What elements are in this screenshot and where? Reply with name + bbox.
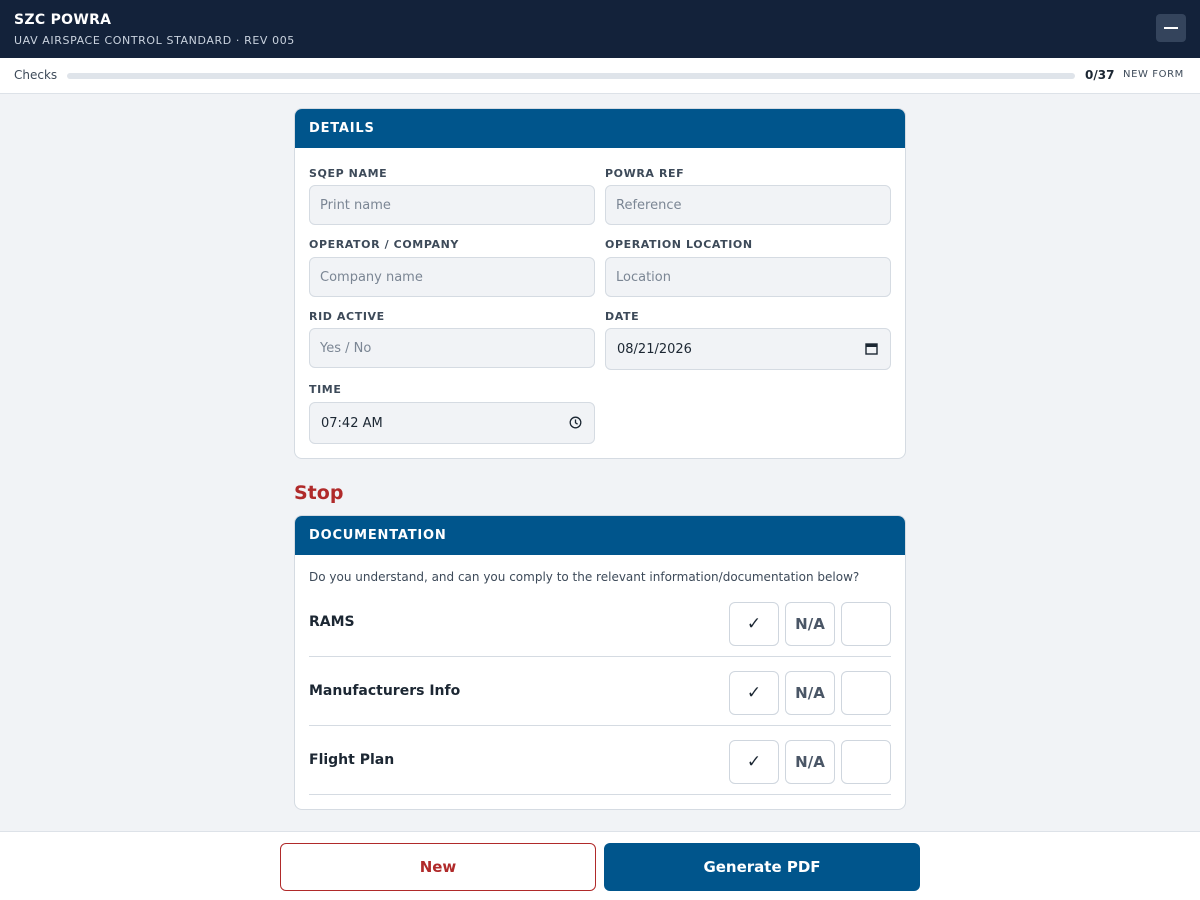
action-bar: New Generate PDF [0, 831, 1200, 900]
time-label: TIME [309, 383, 342, 396]
blank-option-button[interactable] [841, 602, 891, 646]
na-option-button[interactable]: N/A [785, 740, 835, 784]
checks-progress-bar: Checks 0/37 NEW FORM [0, 58, 1200, 94]
clock-icon[interactable] [569, 416, 582, 429]
date-input[interactable]: 08/21/2026 [605, 328, 891, 370]
checklist-item-label: RAMS [309, 614, 355, 630]
checklist-row-manufacturers-info: Manufacturers Info ✓ N/A [309, 657, 891, 726]
new-form-button[interactable]: New [280, 843, 596, 891]
calendar-icon[interactable] [865, 342, 878, 355]
generate-pdf-button[interactable]: Generate PDF [604, 843, 920, 891]
time-value: 07:42 AM [321, 416, 383, 431]
documentation-header: DOCUMENTATION [295, 516, 905, 555]
documentation-intro: Do you understand, and can you comply to… [309, 570, 860, 584]
collapse-button[interactable] [1156, 14, 1186, 42]
app-title: SZC POWRA [14, 12, 112, 28]
na-option-button[interactable]: N/A [785, 602, 835, 646]
powra-ref-label: POWRA REF [605, 167, 685, 180]
sqep-name-input[interactable] [309, 185, 595, 225]
check-option-button[interactable]: ✓ [729, 671, 779, 715]
checklist-row-flight-plan: Flight Plan ✓ N/A [309, 726, 891, 795]
operator-label: OPERATOR / COMPANY [309, 238, 459, 251]
details-card: DETAILS SQEP NAME POWRA REF OPERATOR / C… [294, 108, 906, 459]
app-subtitle: UAV AIRSPACE CONTROL STANDARD · REV 005 [14, 34, 295, 47]
checks-label: Checks [14, 68, 58, 82]
checklist-item-label: Manufacturers Info [309, 683, 461, 699]
form-status: NEW FORM [1123, 69, 1184, 80]
location-label: OPERATION LOCATION [605, 238, 753, 251]
documentation-card: DOCUMENTATION Do you understand, and can… [294, 515, 906, 810]
check-option-button[interactable]: ✓ [729, 740, 779, 784]
powra-ref-input[interactable] [605, 185, 891, 225]
sqep-name-label: SQEP NAME [309, 167, 388, 180]
operation-location-input[interactable] [605, 257, 891, 297]
date-label: DATE [605, 310, 640, 323]
time-input[interactable]: 07:42 AM [309, 402, 595, 444]
blank-option-button[interactable] [841, 740, 891, 784]
checklist-row-rams: RAMS ✓ N/A [309, 588, 891, 657]
app-header: SZC POWRA UAV AIRSPACE CONTROL STANDARD … [0, 0, 1200, 58]
operator-company-input[interactable] [309, 257, 595, 297]
check-option-button[interactable]: ✓ [729, 602, 779, 646]
date-value: 08/21/2026 [617, 342, 692, 357]
checklist-item-label: Flight Plan [309, 752, 395, 768]
na-option-button[interactable]: N/A [785, 671, 835, 715]
minus-icon [1164, 27, 1178, 29]
checks-count: 0/37 [1085, 68, 1115, 82]
details-header: DETAILS [295, 109, 905, 148]
rid-active-label: RID ACTIVE [309, 310, 385, 323]
stop-section-title: Stop [294, 482, 344, 504]
progress-track [67, 73, 1075, 79]
rid-active-input[interactable] [309, 328, 595, 368]
blank-option-button[interactable] [841, 671, 891, 715]
